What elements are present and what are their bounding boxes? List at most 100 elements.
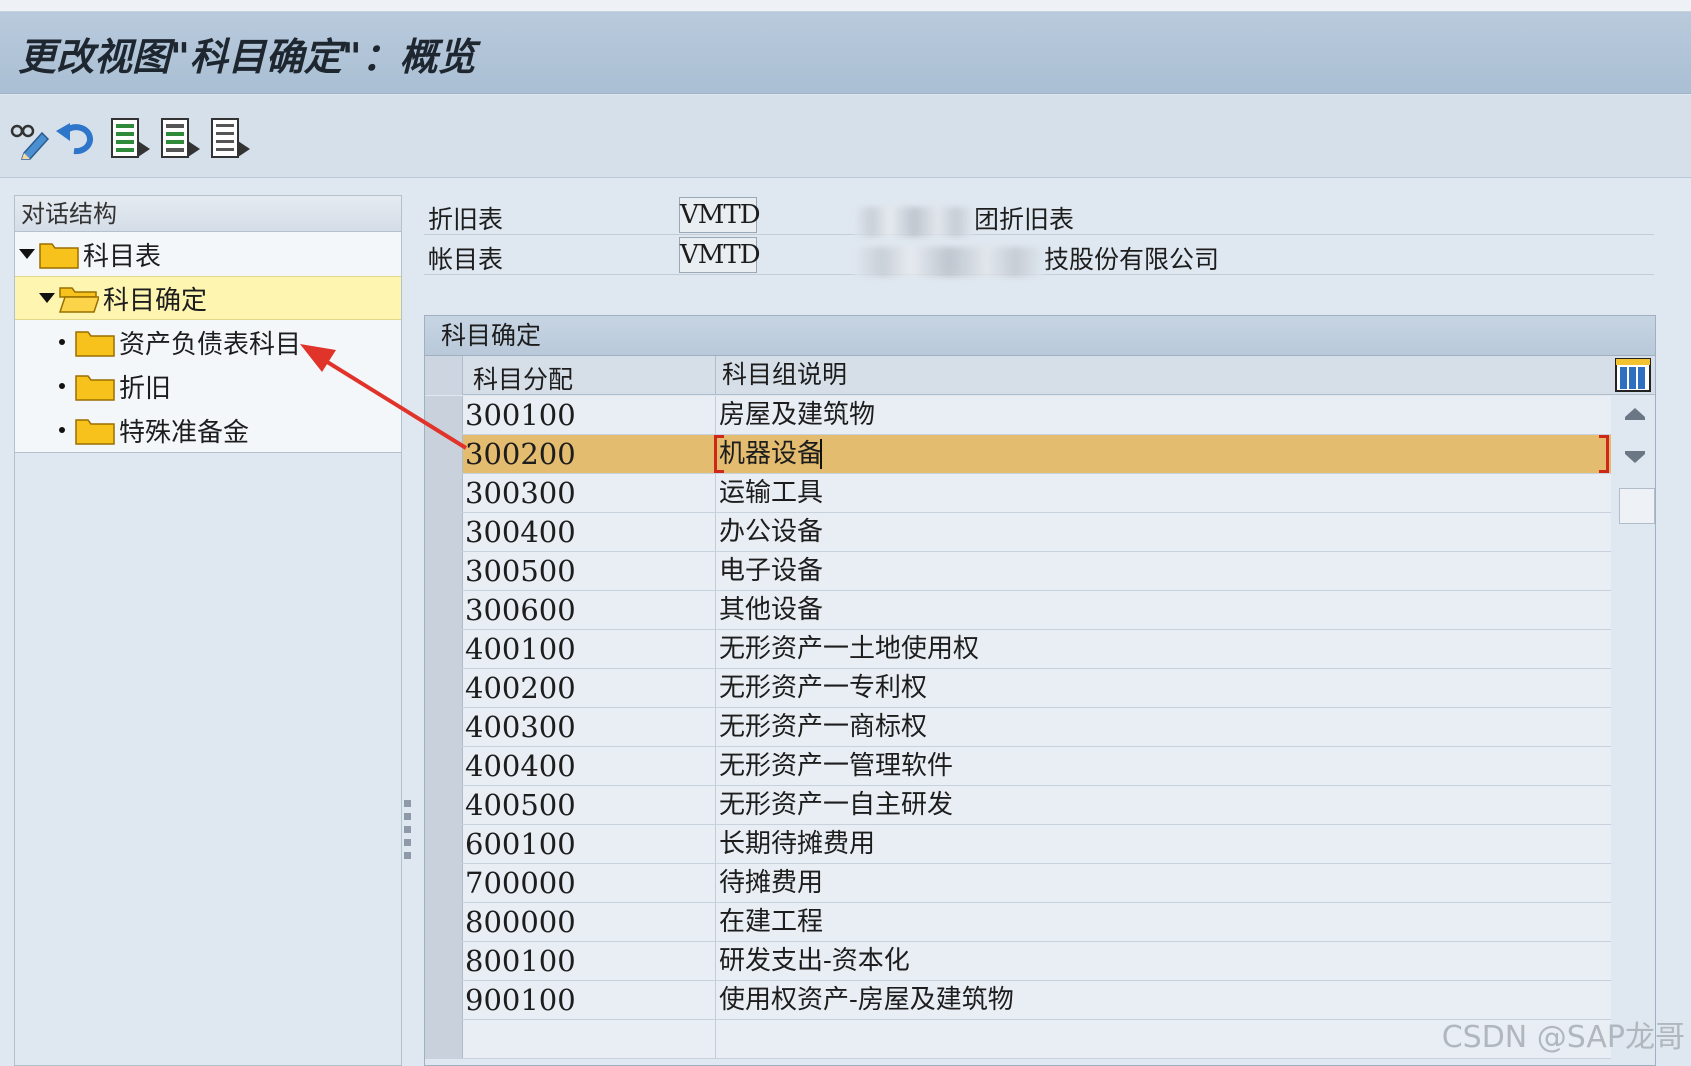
- table-row[interactable]: 600100 长期待摊费用: [425, 825, 1611, 864]
- account-group-desc-cell[interactable]: 研发支出-资本化: [715, 942, 910, 980]
- depreciation-area-field[interactable]: VMTD: [679, 197, 761, 233]
- table-row[interactable]: 400300 无形资产一商标权: [425, 708, 1611, 747]
- account-allocation-cell: 300500: [465, 554, 576, 588]
- table-row[interactable]: 300500 电子设备: [425, 552, 1611, 591]
- tree-node-depreciation[interactable]: 折旧: [15, 364, 401, 408]
- tree-label: 科目确定: [103, 285, 208, 316]
- field-row-depreciation-area: 折旧表 VMTD 团折旧表: [424, 195, 1654, 237]
- undo-icon: [56, 123, 94, 155]
- account-allocation-cell: 800000: [465, 905, 576, 939]
- account-allocation-cell: 400200: [465, 671, 576, 705]
- table-row[interactable]: 400100 无形资产一土地使用权: [425, 630, 1611, 669]
- row-selector[interactable]: [425, 1020, 463, 1058]
- account-group-desc-cell[interactable]: 无形资产一管理软件: [715, 747, 953, 785]
- select-all-button[interactable]: [108, 115, 152, 161]
- table-row[interactable]: 300200 机器设备: [425, 435, 1611, 474]
- row-selector[interactable]: [425, 786, 463, 824]
- scrollbar-thumb[interactable]: [1619, 488, 1655, 524]
- depreciation-area-label: 折旧表: [428, 205, 504, 234]
- scroll-up-icon[interactable]: [1625, 408, 1645, 417]
- table-row[interactable]: 300400 办公设备: [425, 513, 1611, 552]
- dialog-structure-panel: 对话结构 科目表 科目确定 资产负债表科目 折旧 特殊准备金: [14, 195, 402, 1066]
- table-row[interactable]: 300600 其他设备: [425, 591, 1611, 630]
- display-change-button[interactable]: [8, 115, 52, 161]
- deselect-all-icon: [211, 118, 250, 158]
- account-group-desc-cell[interactable]: 运输工具: [715, 474, 823, 512]
- account-group-desc-cell[interactable]: 无形资产一土地使用权: [715, 630, 979, 668]
- table-row[interactable]: 400200 无形资产一专利权: [425, 669, 1611, 708]
- row-selector[interactable]: [425, 747, 463, 785]
- account-group-desc-cell[interactable]: 其他设备: [715, 591, 823, 629]
- row-selector[interactable]: [425, 474, 463, 512]
- tree-node-special-reserves[interactable]: 特殊准备金: [15, 408, 401, 452]
- table-column-header: 科目分配 科目组说明: [425, 356, 1655, 395]
- tree-node-balance-sheet-accounts[interactable]: 资产负债表科目: [15, 320, 401, 364]
- tree-node-chart-of-accounts[interactable]: 科目表: [15, 232, 401, 276]
- row-selector[interactable]: [425, 591, 463, 629]
- account-group-desc-cell[interactable]: 长期待摊费用: [715, 825, 875, 863]
- account-group-desc-cell[interactable]: [715, 1020, 719, 1058]
- tree-label: 科目表: [83, 241, 162, 272]
- deselect-all-button[interactable]: [208, 115, 252, 161]
- expand-arrow-icon[interactable]: [19, 249, 35, 259]
- tree-label: 折旧: [119, 373, 172, 404]
- account-group-desc-cell[interactable]: 在建工程: [715, 903, 823, 941]
- undo-button[interactable]: [54, 115, 98, 161]
- account-group-desc-cell[interactable]: 无形资产一专利权: [715, 669, 927, 707]
- table-row[interactable]: 900100 使用权资产-房屋及建筑物: [425, 981, 1611, 1020]
- redacted-text: [854, 246, 1044, 277]
- display-change-icon: [10, 124, 50, 160]
- account-group-desc-cell[interactable]: 电子设备: [715, 552, 823, 590]
- row-selector[interactable]: [425, 513, 463, 551]
- account-group-desc-cell[interactable]: 无形资产一自主研发: [715, 786, 953, 824]
- account-group-desc-cell[interactable]: 使用权资产-房屋及建筑物: [715, 981, 1014, 1019]
- row-selector[interactable]: [425, 825, 463, 863]
- table-row[interactable]: 700000 待摊费用: [425, 864, 1611, 903]
- bullet-icon: [59, 427, 65, 433]
- tree-label: 资产负债表科目: [119, 329, 302, 360]
- scroll-down-icon[interactable]: [1625, 454, 1645, 463]
- account-allocation-cell: 800100: [465, 944, 576, 978]
- bullet-icon: [59, 383, 65, 389]
- table-row[interactable]: 400500 无形资产一自主研发: [425, 786, 1611, 825]
- table-row[interactable]: 800100 研发支出-资本化: [425, 942, 1611, 981]
- row-selector[interactable]: [425, 630, 463, 668]
- account-group-desc-cell[interactable]: 无形资产一商标权: [715, 708, 927, 746]
- column-header-account-group-desc[interactable]: 科目组说明: [715, 356, 847, 395]
- expand-arrow-icon[interactable]: [39, 293, 55, 303]
- account-group-desc-cell[interactable]: 办公设备: [715, 513, 823, 551]
- dialog-structure-header: 对话结构: [15, 196, 401, 232]
- row-selector[interactable]: [425, 435, 463, 473]
- application-toolbar: [0, 95, 1691, 178]
- folder-icon: [75, 375, 115, 401]
- table-row[interactable]: 400400 无形资产一管理软件: [425, 747, 1611, 786]
- account-allocation-cell: 400300: [465, 710, 576, 744]
- header-fields: 折旧表 VMTD 团折旧表 帐目表 VMTD 技股份有限公司: [424, 195, 1654, 277]
- row-selector[interactable]: [425, 864, 463, 902]
- table-row[interactable]: [425, 1020, 1611, 1059]
- row-selector[interactable]: [425, 396, 463, 434]
- row-selector[interactable]: [425, 552, 463, 590]
- account-group-desc-input[interactable]: 机器设备: [715, 435, 823, 473]
- select-block-button[interactable]: [158, 115, 202, 161]
- chart-of-accounts-field[interactable]: VMTD: [679, 237, 761, 273]
- row-selector[interactable]: [425, 903, 463, 941]
- account-allocation-cell: 900100: [465, 983, 576, 1017]
- vertical-scrollbar[interactable]: [1615, 396, 1655, 1056]
- panel-splitter-handle[interactable]: [404, 800, 412, 870]
- table-row[interactable]: 800000 在建工程: [425, 903, 1611, 942]
- folder-icon: [75, 331, 115, 357]
- row-selector[interactable]: [425, 981, 463, 1019]
- table-title: 科目确定: [425, 316, 1655, 356]
- row-selector[interactable]: [425, 669, 463, 707]
- row-selector[interactable]: [425, 708, 463, 746]
- account-group-desc-cell[interactable]: 待摊费用: [715, 864, 823, 902]
- tree-node-account-determination[interactable]: 科目确定: [15, 276, 401, 320]
- account-group-desc-cell[interactable]: 房屋及建筑物: [715, 396, 875, 434]
- column-header-account-allocation[interactable]: 科目分配: [473, 360, 573, 396]
- table-row[interactable]: 300300 运输工具: [425, 474, 1611, 513]
- row-selector[interactable]: [425, 942, 463, 980]
- table-row[interactable]: 300100 房屋及建筑物: [425, 396, 1611, 435]
- select-all-rows-cell[interactable]: [425, 356, 463, 395]
- table-settings-icon[interactable]: [1615, 358, 1651, 392]
